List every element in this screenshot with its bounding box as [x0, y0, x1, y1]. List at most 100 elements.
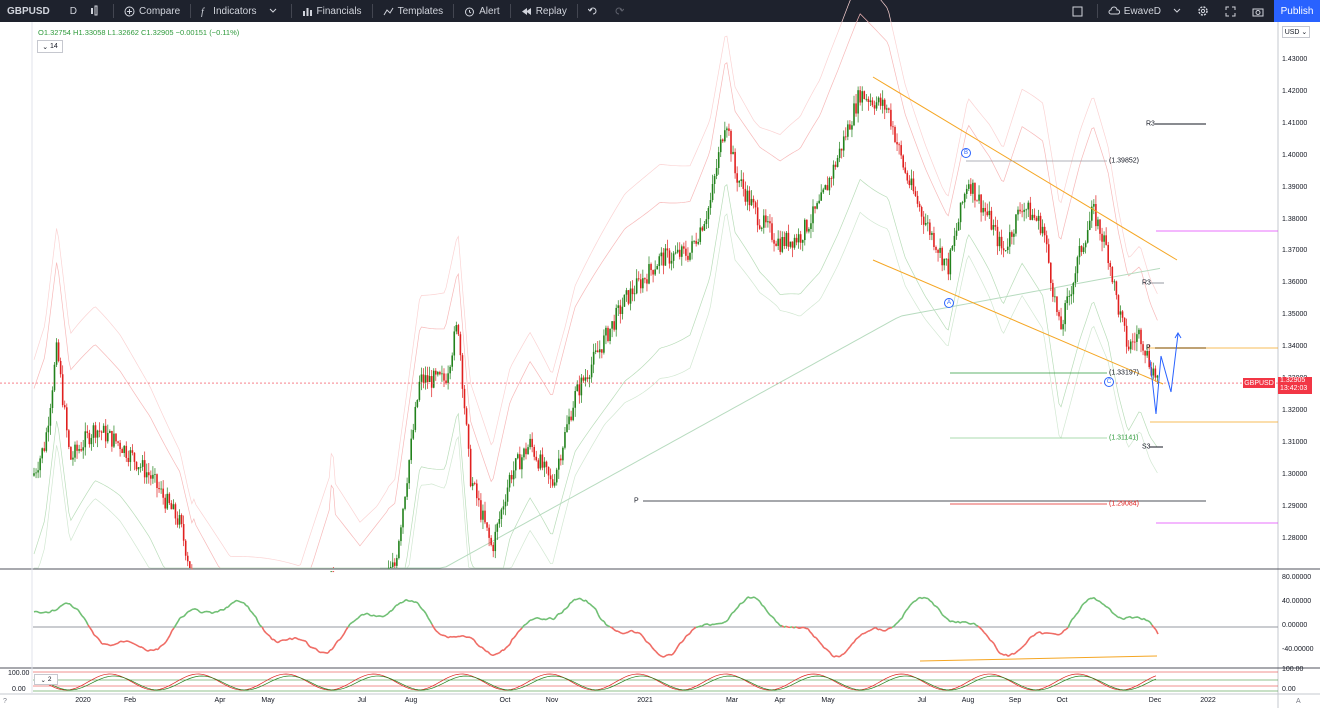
candle-body — [656, 266, 658, 270]
candle-body — [947, 258, 950, 275]
candle-body — [416, 399, 419, 407]
candle-body — [750, 198, 753, 206]
oscillator-line — [1035, 631, 1039, 635]
wave-b-marker[interactable]: B — [961, 148, 971, 158]
candle-body — [951, 245, 954, 250]
oscillator-line — [463, 635, 467, 638]
candle-body — [769, 221, 771, 224]
wave-a-marker[interactable]: A — [944, 298, 954, 308]
candle-body — [119, 442, 121, 450]
candle-body — [976, 200, 978, 202]
candle-body — [457, 325, 460, 335]
candle-body — [890, 109, 892, 127]
candle-body — [576, 384, 579, 392]
oscillator-line — [703, 623, 707, 626]
candle-body — [842, 136, 845, 151]
candle-body — [642, 278, 644, 289]
candle-body — [37, 470, 39, 473]
candle-body — [523, 448, 525, 458]
candle-body — [828, 178, 831, 191]
oscillator-line — [469, 636, 473, 640]
candle-body — [484, 510, 486, 523]
stoch-axis-tick: 0.00 — [1282, 686, 1296, 693]
oscillator-axis-tick: -40.00000 — [1282, 646, 1314, 653]
candle-body — [865, 98, 868, 100]
candle-body — [588, 377, 591, 379]
candle-body — [498, 519, 501, 524]
time-axis-label: Jul — [917, 697, 927, 704]
candle-body — [929, 222, 931, 235]
candle-body — [806, 219, 808, 232]
legend-collapse-toggle[interactable]: ⌄ 14 — [37, 40, 63, 53]
oscillator-line — [921, 596, 925, 600]
candle-body — [873, 105, 876, 109]
candle-body — [113, 433, 115, 447]
legend-count: 14 — [50, 43, 58, 50]
candle-body — [746, 190, 749, 202]
candle-body — [568, 416, 570, 425]
oscillator-line — [195, 608, 199, 611]
price-chart[interactable] — [0, 0, 1320, 708]
candle-body — [900, 145, 902, 156]
candle-body — [920, 207, 923, 217]
oscillator-line — [59, 604, 63, 608]
candle-body — [549, 475, 552, 480]
candle-body — [412, 429, 415, 439]
oscillator-line — [799, 626, 803, 629]
candle-body — [88, 432, 91, 445]
candle-body — [719, 139, 722, 153]
auto-scale-button[interactable]: A — [1296, 698, 1301, 705]
candle-body — [824, 185, 827, 190]
indicator-collapse-toggle[interactable]: ⌄ 2 — [34, 674, 58, 685]
candle-body — [1125, 325, 1128, 347]
candle-body — [123, 445, 125, 454]
candle-body — [184, 540, 187, 556]
candle-body — [623, 294, 626, 307]
candle-body — [922, 216, 925, 225]
oscillator-line — [923, 596, 927, 599]
oscillator-line — [385, 612, 389, 616]
candle-body — [1031, 214, 1034, 220]
oscillator-line — [313, 647, 317, 650]
candle-body — [512, 470, 515, 480]
candle-body — [547, 466, 550, 476]
time-axis-label: Oct — [499, 697, 511, 704]
candle-body — [1138, 329, 1140, 335]
candle-body — [955, 230, 958, 236]
oscillator-line — [1101, 602, 1105, 606]
candle-body — [404, 496, 406, 509]
candle-body — [1156, 375, 1159, 378]
time-axis-label: Mar — [725, 697, 739, 704]
candle-body — [1011, 232, 1013, 237]
candle-body — [537, 460, 540, 469]
candle-body — [664, 248, 667, 266]
oscillator-line — [877, 628, 881, 631]
candle-body — [57, 342, 60, 361]
timezone-help-icon[interactable]: ? — [3, 698, 7, 705]
candle-body — [570, 416, 572, 421]
candle-body — [572, 407, 574, 421]
currency-selector[interactable]: USD ⌄ — [1282, 26, 1310, 38]
candle-body — [670, 260, 673, 264]
oscillator-line — [137, 645, 141, 648]
candle-body — [1140, 329, 1142, 345]
oscillator-line — [1097, 600, 1101, 603]
candle-body — [736, 173, 738, 183]
wave-c-marker[interactable]: C — [1104, 377, 1114, 387]
stoch-axis-tick: 100.00 — [1282, 666, 1304, 673]
time-axis-label: May — [261, 697, 275, 704]
candle-body — [814, 206, 816, 209]
oscillator-line — [303, 639, 307, 643]
candle-body — [748, 190, 751, 206]
price-axis-tick: 1.32000 — [1282, 406, 1308, 414]
candle-body — [701, 227, 704, 231]
oscillator-line — [75, 607, 79, 611]
oscillator-line — [299, 638, 303, 642]
candle-body — [816, 203, 818, 209]
candle-body — [1000, 236, 1003, 249]
price-axis-tick: 1.39000 — [1282, 183, 1308, 191]
oscillator-line — [1105, 605, 1109, 609]
candle-body — [685, 248, 687, 256]
candle-body — [801, 240, 804, 243]
oscillator-line — [407, 599, 411, 603]
